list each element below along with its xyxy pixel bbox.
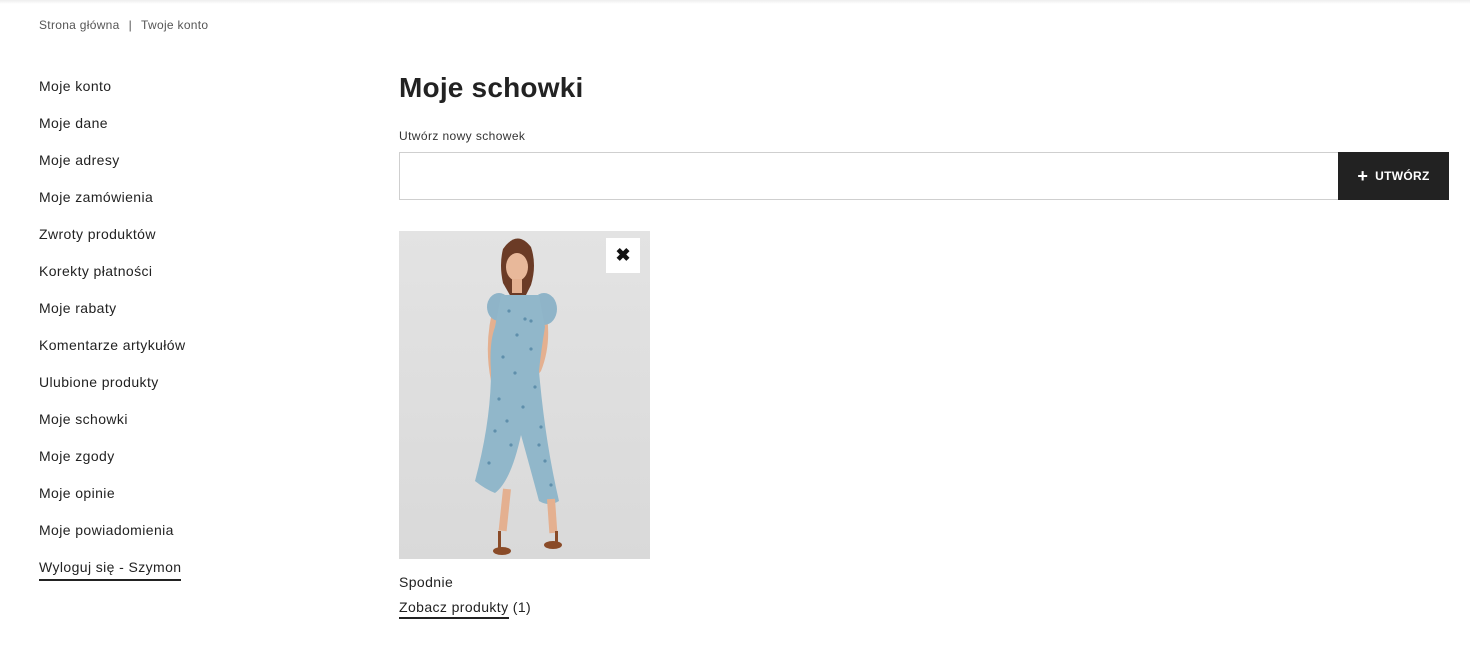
sidebar-item-payment-corrections: Korekty płatności: [39, 261, 339, 298]
create-button-label: UTWÓRZ: [1375, 169, 1430, 183]
breadcrumb: Strona główna | Twoje konto: [39, 18, 208, 32]
sidebar-link-addresses[interactable]: Moje adresy: [39, 152, 120, 168]
create-wishlist-button[interactable]: + UTWÓRZ: [1338, 152, 1449, 200]
close-icon[interactable]: ✖: [606, 238, 640, 273]
product-count: (1): [512, 599, 532, 615]
view-products-link[interactable]: Zobacz produkty: [399, 599, 509, 619]
sidebar-item-consents: Moje zgody: [39, 446, 339, 483]
page-title: Moje schowki: [399, 72, 584, 103]
sidebar-link-returns[interactable]: Zwroty produktów: [39, 226, 156, 242]
new-wishlist-label: Utwórz nowy schowek: [399, 129, 526, 143]
wishlist-link-row: Zobacz produkty (1): [399, 599, 650, 619]
wishlist-product-image[interactable]: ✖: [399, 231, 650, 559]
sidebar-item-reviews: Moje opinie: [39, 483, 339, 520]
sidebar-item-returns: Zwroty produktów: [39, 224, 339, 261]
sidebar-item-data: Moje dane: [39, 113, 339, 150]
plus-icon: +: [1357, 166, 1369, 186]
sidebar-item-addresses: Moje adresy: [39, 150, 339, 187]
sidebar-link-discounts[interactable]: Moje rabaty: [39, 300, 117, 316]
create-wishlist-form: + UTWÓRZ: [399, 152, 1449, 200]
sidebar-link-account[interactable]: Moje konto: [39, 78, 111, 94]
sidebar-item-orders: Moje zamówienia: [39, 187, 339, 224]
sidebar-item-logout: Wyloguj się - Szymon: [39, 557, 339, 594]
account-sidebar: Moje konto Moje dane Moje adresy Moje za…: [39, 76, 339, 594]
sidebar-link-notifications[interactable]: Moje powiadomienia: [39, 522, 174, 538]
wishlist-card: ✖ Spodnie Zobacz produkty (1): [399, 231, 650, 619]
sidebar-link-wishlists[interactable]: Moje schowki: [39, 411, 128, 427]
main-content: Moje schowki Utwórz nowy schowek + UTWÓR…: [399, 70, 1449, 619]
sidebar-item-notifications: Moje powiadomienia: [39, 520, 339, 557]
sidebar-link-data[interactable]: Moje dane: [39, 115, 108, 131]
sidebar-item-account: Moje konto: [39, 76, 339, 113]
wishlist-name-input[interactable]: [399, 152, 1338, 200]
breadcrumb-current-link[interactable]: Twoje konto: [141, 18, 208, 32]
dress-model-illustration: [475, 238, 562, 555]
logout-link[interactable]: Wyloguj się - Szymon: [39, 557, 182, 581]
sidebar-item-comments: Komentarze artykułów: [39, 335, 339, 372]
sidebar-item-discounts: Moje rabaty: [39, 298, 339, 335]
sidebar-link-comments[interactable]: Komentarze artykułów: [39, 337, 186, 353]
sidebar-link-consents[interactable]: Moje zgody: [39, 448, 115, 464]
sidebar-link-payment-corrections[interactable]: Korekty płatności: [39, 263, 152, 279]
sidebar-item-wishlists: Moje schowki: [39, 409, 339, 446]
breadcrumb-separator: |: [128, 18, 133, 32]
breadcrumb-home-link[interactable]: Strona główna: [39, 18, 120, 32]
wishlist-name: Spodnie: [399, 574, 454, 590]
sidebar-item-favorites: Ulubione produkty: [39, 372, 339, 409]
sidebar-link-orders[interactable]: Moje zamówienia: [39, 189, 153, 205]
top-bar: [0, 0, 1470, 4]
sidebar-link-favorites[interactable]: Ulubione produkty: [39, 374, 159, 390]
sidebar-link-reviews[interactable]: Moje opinie: [39, 485, 115, 501]
